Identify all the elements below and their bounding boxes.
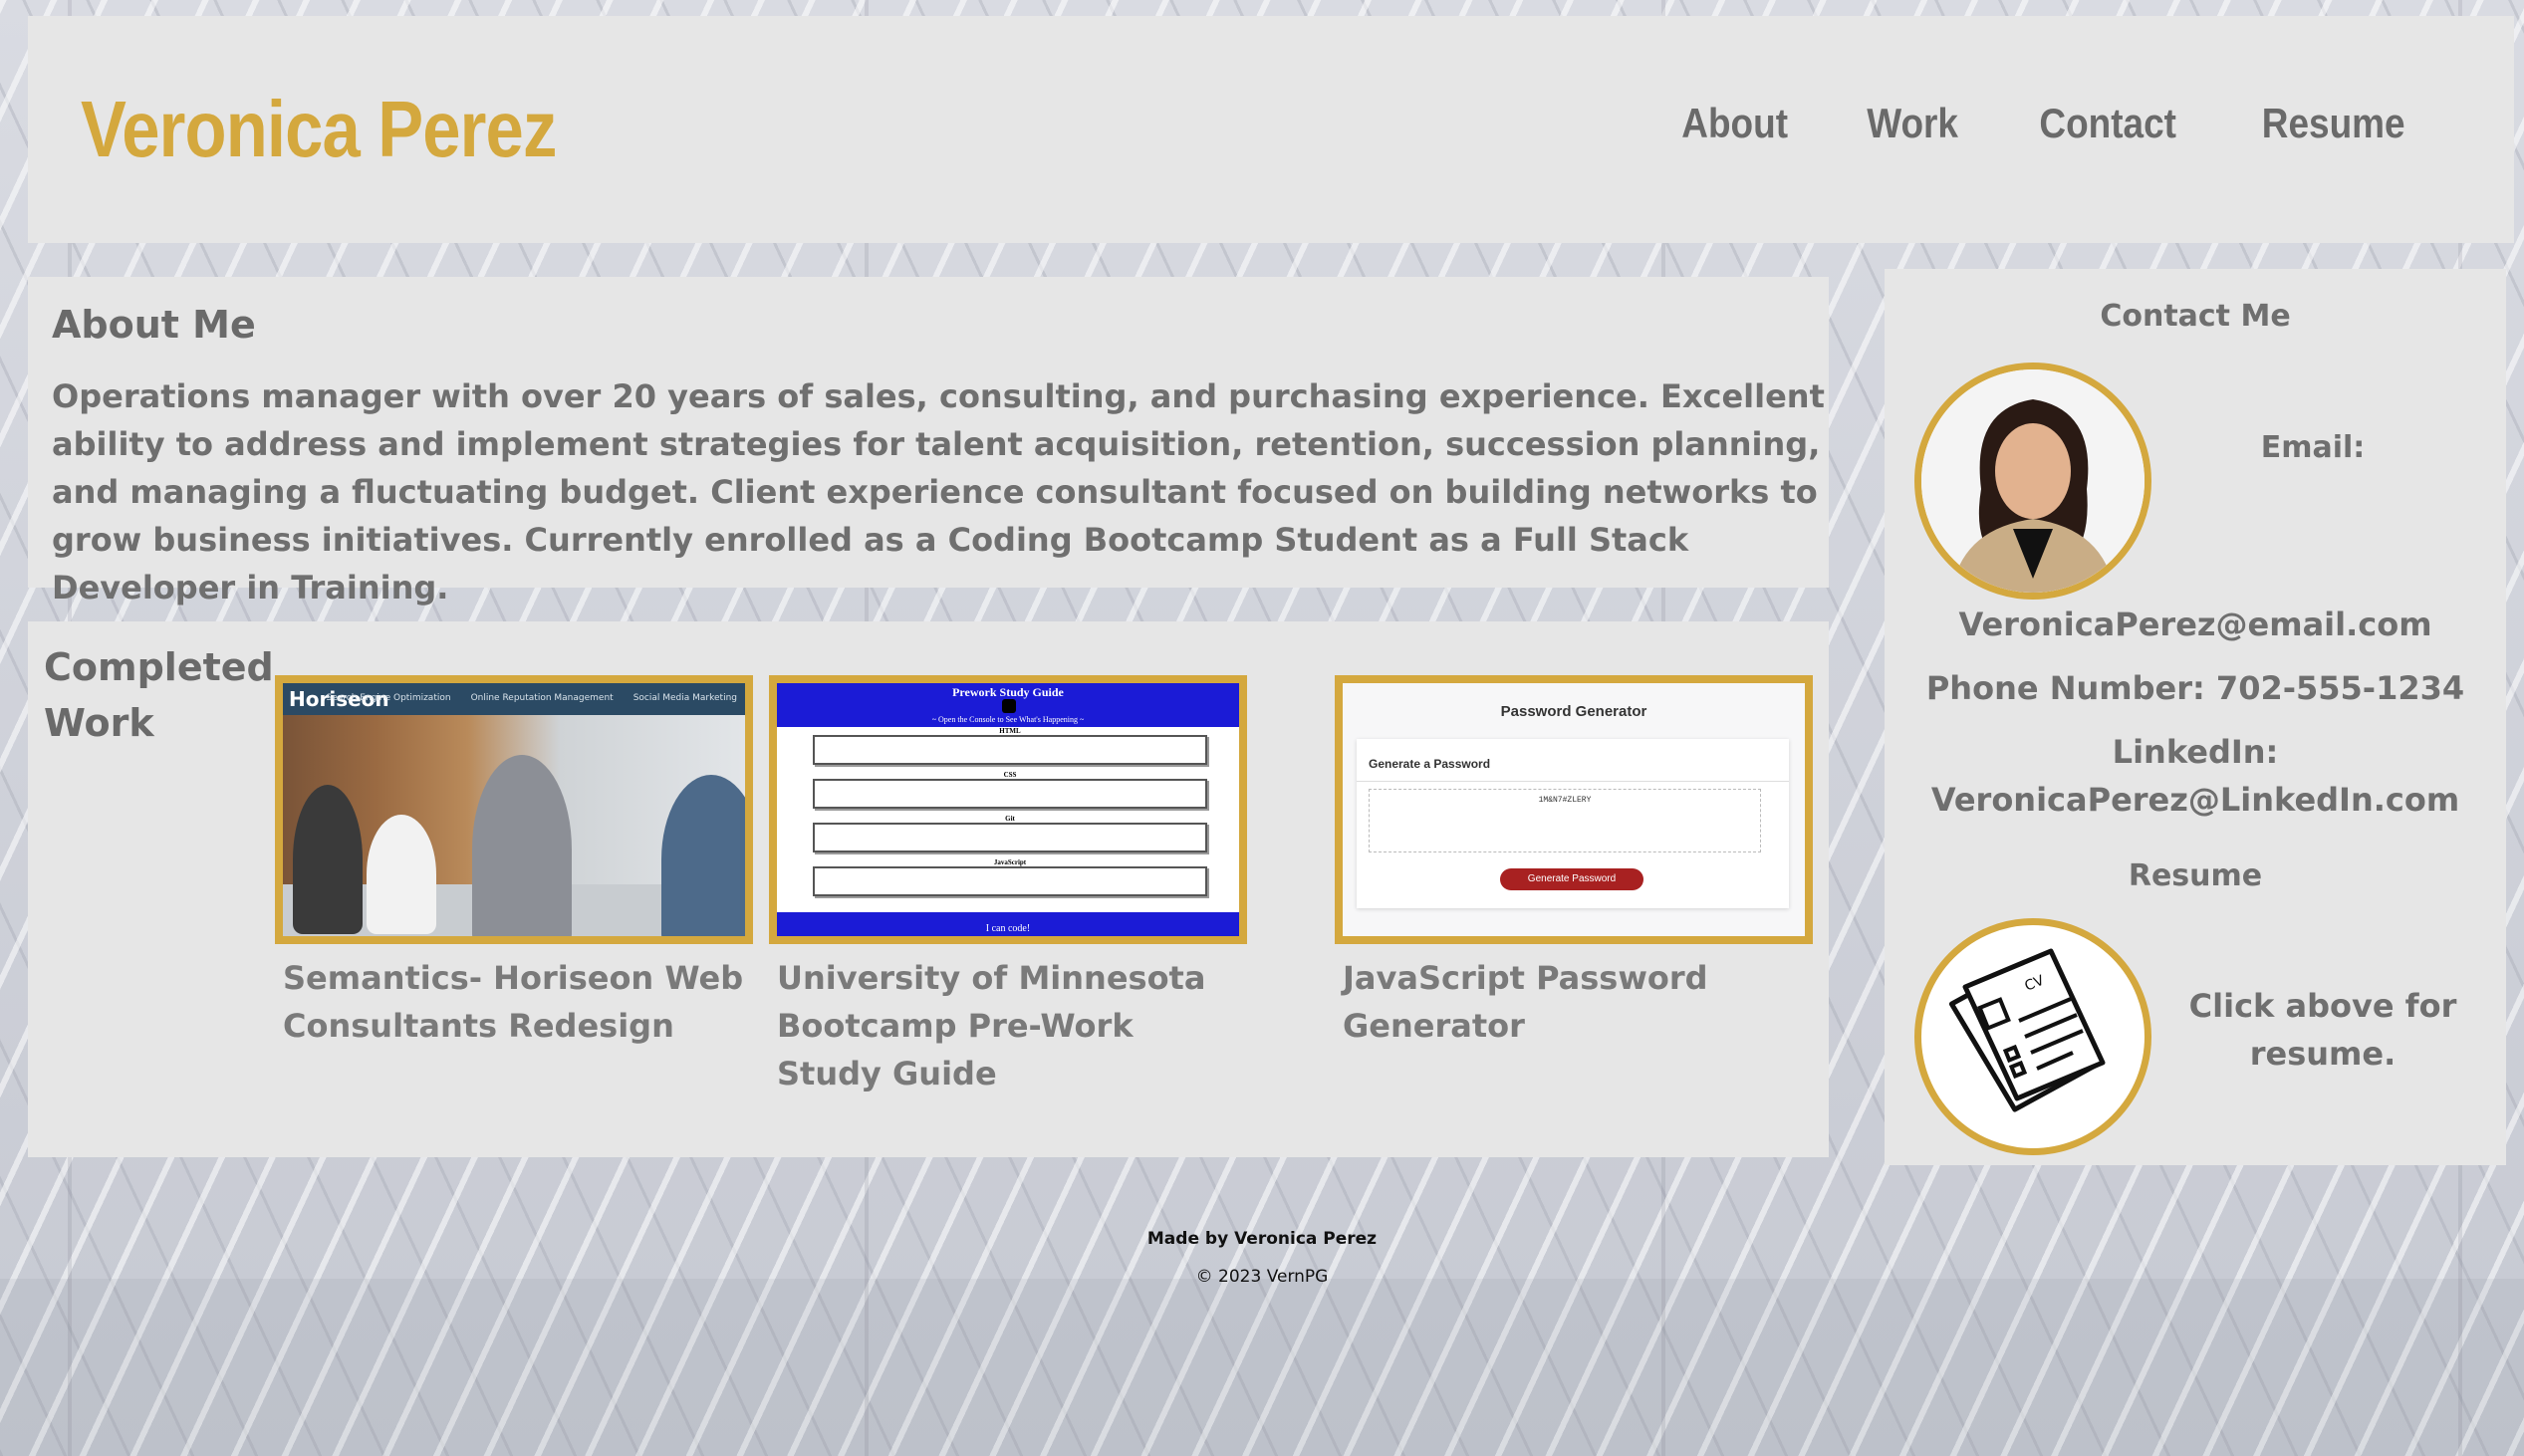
profile-photo (1914, 363, 2151, 600)
thumb-nav-item: Search Engine Optimization (326, 693, 451, 703)
nav-resume-link[interactable]: Resume (2261, 100, 2404, 147)
github-icon (1002, 699, 1016, 713)
site-title: Veronica Perez (81, 85, 557, 173)
linkedin-value[interactable]: VeronicaPerez@LinkedIn.com (1885, 781, 2506, 819)
thumb-subtitle: ~ Open the Console to See What's Happeni… (931, 715, 1085, 724)
thumb-section-label: Git (1005, 815, 1015, 823)
thumb-title: Password Generator (1500, 703, 1647, 720)
email-label: Email: (2260, 430, 2366, 465)
photo-person (661, 775, 745, 936)
nav-work-link[interactable]: Work (1867, 100, 1958, 147)
photo-person (293, 785, 363, 934)
thumb-section-label: JavaScript (993, 858, 1027, 866)
thumb-panel: Generate a Password 1M&N7#ZLERY Generate… (1357, 739, 1789, 908)
photo-person (472, 755, 572, 936)
project-thumbnail-horiseon[interactable]: Horiseon Search Engine Optimization Onli… (275, 675, 753, 944)
site-footer: Made by Veronica Perez © 2023 VernPG (0, 1229, 2524, 1287)
thumb-nav: Search Engine Optimization Online Reputa… (327, 693, 738, 703)
nav-about-link[interactable]: About (1681, 100, 1788, 147)
nav-contact-link[interactable]: Contact (2040, 100, 2177, 147)
thumb-section: Git (813, 815, 1207, 852)
thumb-section-label: CSS (1003, 771, 1017, 779)
contact-section: Contact Me Email: VeronicaPerez@email.co… (1885, 269, 2506, 1165)
resume-heading: Resume (2128, 858, 2263, 893)
thumb-title: Prework Study Guide (952, 685, 1064, 699)
project-card-password-generator: Password Generator Generate a Password 1… (1335, 675, 1813, 1050)
thumb-panel-title: Generate a Password (1369, 757, 1491, 771)
team-photo (283, 715, 745, 936)
phone-number: Phone Number: 702-555-1234 (1925, 669, 2465, 707)
project-caption: Semantics- Horiseon Web Consultants Rede… (283, 959, 744, 1045)
project-card-study-guide: Prework Study Guide ~ Open the Console t… (769, 675, 1247, 1097)
email-value[interactable]: VeronicaPerez@email.com (1885, 606, 2506, 643)
background-band (0, 1279, 2524, 1456)
thumb-footer: I can code! (985, 923, 1031, 934)
resume-hint: Click above for resume. (2188, 987, 2457, 1073)
work-section: Completed Work Horiseon Search Engine Op… (28, 621, 1829, 1157)
cv-document-icon: CV (1948, 948, 2106, 1112)
project-card-horiseon: Horiseon Search Engine Optimization Onli… (275, 675, 753, 1050)
footer-made-by: Made by Veronica Perez (1146, 1229, 1378, 1249)
project-caption: JavaScript Password Generator (1343, 959, 1708, 1045)
thumb-nav-item: Social Media Marketing (632, 693, 737, 703)
thumb-section-label: HTML (999, 727, 1021, 735)
thumb-password: 1M&N7#ZLERY (1538, 796, 1592, 805)
photo-person (367, 815, 436, 934)
thumb-section: HTML (813, 727, 1207, 765)
project-thumbnail-password-generator[interactable]: Password Generator Generate a Password 1… (1335, 675, 1813, 944)
linkedin-label: LinkedIn: (2112, 733, 2279, 771)
site-header: Veronica Perez About Work Contact Resume (28, 16, 2514, 243)
thumb-nav-item: Online Reputation Management (470, 693, 614, 703)
footer-copyright: © 2023 VernPG (1195, 1267, 1329, 1287)
thumb-generate-button: Generate Password (1500, 868, 1643, 890)
about-text: Operations manager with over 20 years of… (52, 377, 1825, 607)
divider (1357, 781, 1789, 782)
project-thumbnail-study-guide[interactable]: Prework Study Guide ~ Open the Console t… (769, 675, 1247, 944)
profile-photo-svg (1921, 369, 2145, 593)
about-section: About Me Operations manager with over 20… (28, 277, 1829, 607)
about-heading: About Me (52, 303, 256, 347)
thumb-section: JavaScript (813, 858, 1207, 896)
main-nav: About Work Contact Resume (1674, 100, 2414, 147)
thumb-section: CSS (813, 771, 1207, 809)
thumb-body: HTML CSS Git JavaScript (777, 727, 1239, 912)
contact-heading: Contact Me (2100, 299, 2291, 334)
work-heading: Completed Work (44, 645, 274, 745)
resume-icon[interactable]: CV (1914, 918, 2151, 1155)
project-caption: University of Minnesota Bootcamp Pre-Wor… (777, 959, 1206, 1092)
thumb-password-box: 1M&N7#ZLERY (1369, 789, 1761, 852)
